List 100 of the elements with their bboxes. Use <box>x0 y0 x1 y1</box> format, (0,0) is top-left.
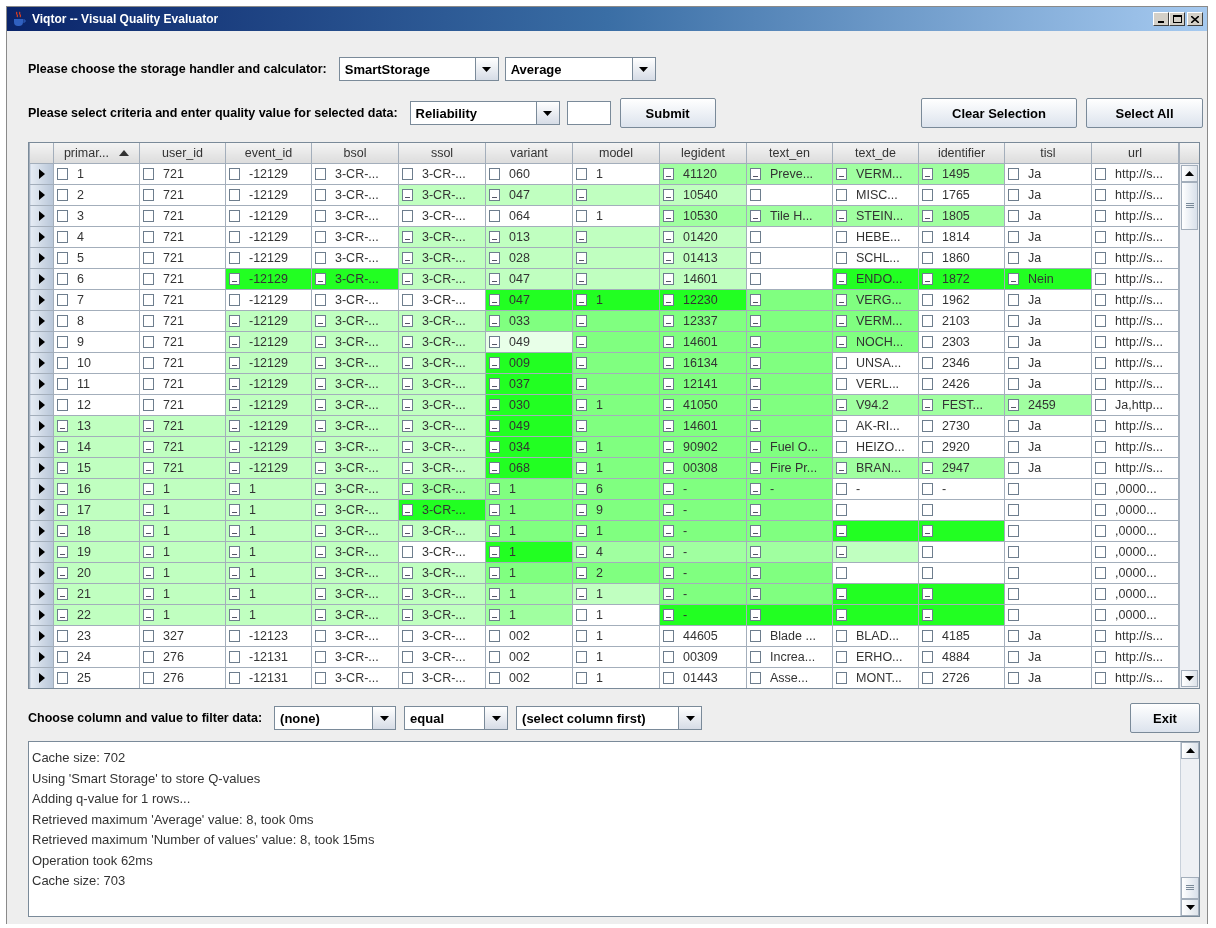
checkbox[interactable] <box>229 168 240 180</box>
exit-button[interactable]: Exit <box>1130 703 1200 733</box>
scroll-thumb[interactable] <box>1181 877 1199 899</box>
checkbox[interactable] <box>489 420 500 432</box>
checkbox[interactable] <box>836 357 847 369</box>
row-header[interactable] <box>29 562 54 584</box>
checkbox[interactable] <box>143 588 154 600</box>
checkbox[interactable] <box>57 462 68 474</box>
row-header[interactable] <box>29 268 54 290</box>
checkbox[interactable] <box>1008 273 1019 285</box>
checkbox[interactable] <box>576 357 587 369</box>
checkbox[interactable] <box>402 609 413 621</box>
row-header[interactable] <box>29 457 54 479</box>
checkbox[interactable] <box>402 504 413 516</box>
checkbox[interactable] <box>57 651 68 663</box>
checkbox[interactable] <box>922 630 933 642</box>
checkbox[interactable] <box>143 168 154 180</box>
maximize-button[interactable] <box>1169 12 1185 26</box>
checkbox[interactable] <box>1008 420 1019 432</box>
checkbox[interactable] <box>1008 504 1019 516</box>
checkbox[interactable] <box>922 252 933 264</box>
checkbox[interactable] <box>143 399 154 411</box>
checkbox[interactable] <box>576 210 587 222</box>
select-all-button[interactable]: Select All <box>1086 98 1203 128</box>
clear-selection-button[interactable]: Clear Selection <box>921 98 1077 128</box>
checkbox[interactable] <box>1095 420 1106 432</box>
checkbox[interactable] <box>57 378 68 390</box>
checkbox[interactable] <box>143 210 154 222</box>
row-header[interactable] <box>29 205 54 227</box>
row-header[interactable] <box>29 415 54 437</box>
checkbox[interactable] <box>750 567 761 579</box>
checkbox[interactable] <box>402 420 413 432</box>
checkbox[interactable] <box>750 420 761 432</box>
column-header[interactable]: user_id <box>139 143 226 164</box>
checkbox[interactable] <box>143 336 154 348</box>
checkbox[interactable] <box>143 651 154 663</box>
checkbox[interactable] <box>489 399 500 411</box>
checkbox[interactable] <box>143 462 154 474</box>
checkbox[interactable] <box>1008 441 1019 453</box>
minimize-button[interactable] <box>1153 12 1169 26</box>
checkbox[interactable] <box>836 525 847 537</box>
checkbox[interactable] <box>663 462 674 474</box>
column-header[interactable]: url <box>1091 143 1179 164</box>
row-header[interactable] <box>29 499 54 521</box>
checkbox[interactable] <box>143 630 154 642</box>
checkbox[interactable] <box>750 672 761 684</box>
checkbox[interactable] <box>402 630 413 642</box>
checkbox[interactable] <box>315 378 326 390</box>
column-header[interactable]: identifier <box>918 143 1005 164</box>
checkbox[interactable] <box>143 273 154 285</box>
checkbox[interactable] <box>1008 378 1019 390</box>
checkbox[interactable] <box>922 420 933 432</box>
checkbox[interactable] <box>229 525 240 537</box>
checkbox[interactable] <box>663 588 674 600</box>
checkbox[interactable] <box>229 210 240 222</box>
quality-input-field[interactable] <box>566 101 611 125</box>
row-header[interactable] <box>29 646 54 668</box>
checkbox[interactable] <box>402 462 413 474</box>
checkbox[interactable] <box>489 525 500 537</box>
checkbox[interactable] <box>57 504 68 516</box>
checkbox[interactable] <box>836 231 847 243</box>
checkbox[interactable] <box>489 483 500 495</box>
checkbox[interactable] <box>229 609 240 621</box>
checkbox[interactable] <box>1095 294 1106 306</box>
checkbox[interactable] <box>402 483 413 495</box>
checkbox[interactable] <box>143 294 154 306</box>
checkbox[interactable] <box>576 273 587 285</box>
checkbox[interactable] <box>57 273 68 285</box>
row-header[interactable] <box>29 373 54 395</box>
checkbox[interactable] <box>836 630 847 642</box>
checkbox[interactable] <box>922 357 933 369</box>
checkbox[interactable] <box>750 651 761 663</box>
row-header[interactable] <box>29 394 54 416</box>
checkbox[interactable] <box>57 189 68 201</box>
checkbox[interactable] <box>1095 567 1106 579</box>
checkbox[interactable] <box>750 504 761 516</box>
checkbox[interactable] <box>229 399 240 411</box>
checkbox[interactable] <box>315 567 326 579</box>
checkbox[interactable] <box>315 294 326 306</box>
checkbox[interactable] <box>836 189 847 201</box>
checkbox[interactable] <box>836 609 847 621</box>
checkbox[interactable] <box>1095 630 1106 642</box>
column-header[interactable]: variant <box>485 143 573 164</box>
checkbox[interactable] <box>663 252 674 264</box>
checkbox[interactable] <box>750 336 761 348</box>
checkbox[interactable] <box>57 567 68 579</box>
checkbox[interactable] <box>57 252 68 264</box>
checkbox[interactable] <box>315 168 326 180</box>
checkbox[interactable] <box>402 210 413 222</box>
checkbox[interactable] <box>143 231 154 243</box>
checkbox[interactable] <box>402 378 413 390</box>
checkbox[interactable] <box>229 420 240 432</box>
checkbox[interactable] <box>489 189 500 201</box>
checkbox[interactable] <box>663 336 674 348</box>
checkbox[interactable] <box>922 525 933 537</box>
checkbox[interactable] <box>315 420 326 432</box>
checkbox[interactable] <box>315 504 326 516</box>
checkbox[interactable] <box>922 567 933 579</box>
checkbox[interactable] <box>229 441 240 453</box>
checkbox[interactable] <box>229 189 240 201</box>
